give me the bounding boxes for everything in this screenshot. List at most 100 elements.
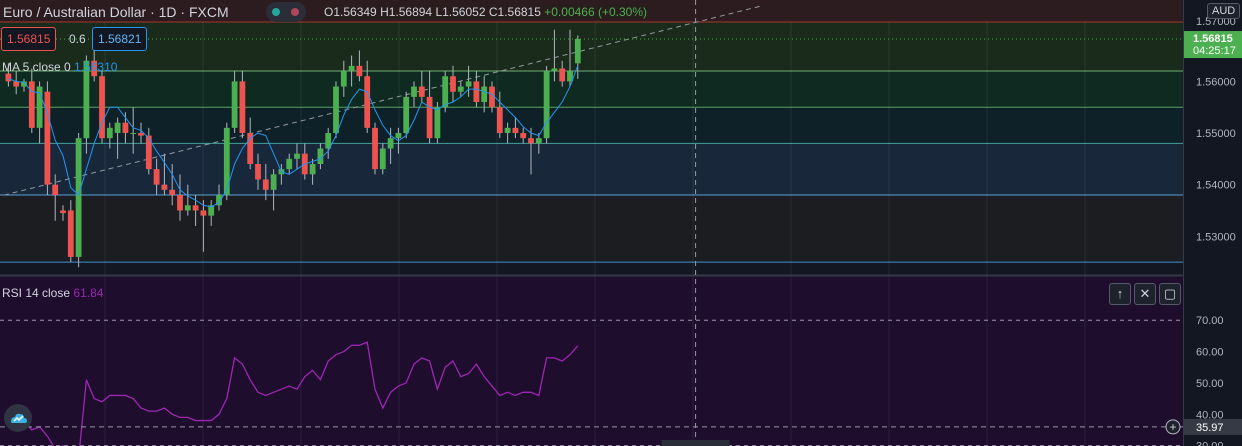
rsi-tick-label: 70.00 bbox=[1196, 315, 1224, 327]
candle-body bbox=[44, 91, 51, 185]
time-axis-label bbox=[661, 440, 730, 446]
price-tick-label: 1.56000 bbox=[1196, 76, 1236, 88]
crosshair-value-label: 35.97 bbox=[1196, 422, 1224, 434]
candle-body bbox=[262, 179, 269, 190]
price-tick-label: 1.55000 bbox=[1196, 128, 1236, 140]
rsi-label: RSI 14 close bbox=[2, 286, 71, 300]
currency-label[interactable]: AUD bbox=[1207, 3, 1241, 19]
candle-body bbox=[270, 174, 277, 190]
candle-body bbox=[200, 210, 207, 216]
candle-body bbox=[28, 81, 35, 128]
candle-body bbox=[114, 122, 121, 134]
candle-body bbox=[379, 148, 386, 170]
candle-body bbox=[122, 122, 129, 134]
level-zone-band bbox=[0, 71, 1183, 108]
candle-body bbox=[426, 96, 433, 139]
candle-body bbox=[496, 107, 503, 134]
candle-body bbox=[52, 184, 59, 195]
candle-body bbox=[333, 86, 339, 134]
candle-body bbox=[520, 133, 527, 139]
candle-body bbox=[348, 65, 355, 72]
candle-body bbox=[309, 163, 316, 175]
candle-body bbox=[450, 76, 456, 92]
rsi-tick-label: 30.00 bbox=[1196, 441, 1224, 446]
candle-body bbox=[457, 86, 464, 92]
current-price-label: 1.56815 bbox=[1193, 33, 1233, 45]
candle-body bbox=[67, 210, 74, 257]
market-open-icon bbox=[272, 8, 280, 16]
candle-body bbox=[574, 39, 581, 64]
data-delay-icon bbox=[291, 8, 299, 16]
level-zone-band bbox=[0, 107, 1183, 144]
candle-body bbox=[130, 133, 137, 135]
sell-button[interactable]: 1.56815 bbox=[1, 27, 57, 51]
tradingview-logo[interactable] bbox=[4, 404, 32, 432]
candle-body bbox=[434, 107, 441, 139]
rsi-legend[interactable]: RSI 14 close 61.84 bbox=[2, 286, 103, 300]
candle-body bbox=[481, 86, 488, 103]
spread-value: 0.6 bbox=[69, 32, 86, 46]
candle-body bbox=[161, 184, 168, 190]
candle-body bbox=[223, 127, 230, 195]
trading-chart-window: 1.57000 1.56000 1.55000 1.54000 1.53000 70.00… bbox=[0, 0, 1242, 446]
symbol-title: Euro / Australian Dollar · 1D · FXCM bbox=[3, 4, 229, 20]
candle-body bbox=[411, 86, 417, 97]
price-tick-label: 1.54000 bbox=[1196, 180, 1236, 192]
ohlc-low: L1.56052 bbox=[435, 5, 486, 19]
candle-body bbox=[231, 81, 238, 128]
ohlc-open: O1.56349 bbox=[324, 5, 377, 19]
candle-body bbox=[60, 210, 66, 214]
candle-body bbox=[106, 127, 113, 139]
ma-legend[interactable]: MA 5 close 0 1.56310 bbox=[2, 60, 117, 74]
rsi-tick-label: 60.00 bbox=[1196, 347, 1224, 359]
level-zone-band bbox=[0, 143, 1183, 195]
candle-body bbox=[512, 127, 519, 134]
candle-body bbox=[543, 71, 550, 139]
ma-label: MA 5 close 0 bbox=[2, 60, 71, 74]
candle-body bbox=[286, 158, 293, 170]
candle-body bbox=[153, 169, 160, 185]
ohlc-high: H1.56894 bbox=[380, 5, 433, 19]
buy-button[interactable]: 1.56821 bbox=[92, 27, 148, 51]
bar-countdown: 04:25:17 bbox=[1193, 45, 1236, 57]
candle-body bbox=[465, 81, 472, 87]
candle-body bbox=[364, 76, 371, 128]
candle-body bbox=[473, 81, 480, 103]
candle-body bbox=[169, 189, 176, 195]
candle-body bbox=[559, 68, 566, 82]
candle-body bbox=[13, 81, 20, 87]
move-pane-up-icon[interactable]: ↑ bbox=[1109, 283, 1131, 305]
maximize-pane-icon[interactable]: ▢ bbox=[1159, 283, 1181, 305]
candle-body bbox=[294, 153, 300, 159]
ohlc-change: +0.00466 (+0.30%) bbox=[544, 5, 647, 19]
price-tick-label: 1.53000 bbox=[1196, 231, 1236, 243]
candle-body bbox=[418, 86, 425, 97]
candle-body bbox=[239, 81, 246, 134]
candle-body bbox=[551, 68, 558, 72]
rsi-value: 61.84 bbox=[73, 286, 104, 300]
candle-body bbox=[442, 76, 449, 108]
candle-body bbox=[356, 65, 363, 77]
rsi-pane-background bbox=[0, 276, 1183, 446]
candle-body bbox=[535, 138, 542, 144]
ohlc-close: C1.56815 bbox=[488, 5, 541, 19]
candle-body bbox=[395, 133, 402, 139]
candle-body bbox=[5, 73, 12, 82]
candle-body bbox=[372, 127, 378, 170]
rsi-tick-label: 50.00 bbox=[1196, 378, 1224, 390]
close-pane-icon[interactable]: ✕ bbox=[1134, 283, 1156, 305]
ma-value: 1.56310 bbox=[74, 60, 118, 74]
logo-cloud-icon bbox=[11, 413, 27, 423]
candle-body bbox=[138, 133, 144, 136]
candle-body bbox=[528, 138, 534, 144]
candle-body bbox=[184, 205, 191, 211]
chart-canvas[interactable]: 1.570001.560001.550001.540001.5300070.00… bbox=[0, 0, 1242, 446]
market-status-pill[interactable] bbox=[266, 2, 306, 22]
candle-body bbox=[340, 71, 347, 87]
candle-body bbox=[192, 205, 199, 211]
level-zone-band bbox=[0, 22, 1183, 72]
add-alert-plus-icon: + bbox=[1169, 420, 1176, 434]
candle-body bbox=[504, 127, 511, 134]
candle-body bbox=[177, 194, 183, 211]
ohlc-legend: O1.56349 H1.56894 L1.56052 C1.56815 +0.0… bbox=[321, 5, 650, 19]
